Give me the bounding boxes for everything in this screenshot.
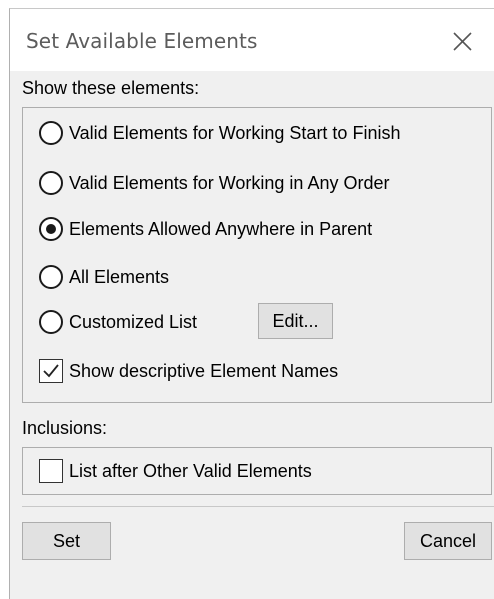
radio-valid-any-order[interactable]: Valid Elements for Working in Any Order	[39, 169, 389, 197]
inclusions-label: Inclusions:	[22, 418, 108, 438]
checkbox-label: Show descriptive Element Names	[69, 360, 339, 381]
cancel-button[interactable]: Cancel	[404, 522, 492, 560]
close-icon	[453, 32, 472, 51]
radio-customized-list[interactable]: Customized List	[39, 308, 197, 336]
set-button[interactable]: Set	[22, 522, 111, 560]
edit-button[interactable]: Edit...	[258, 303, 333, 339]
radio-label: Valid Elements for Working Start to Fini…	[69, 122, 401, 143]
radio-label: All Elements	[69, 266, 170, 287]
checkbox-checked-icon	[39, 359, 63, 383]
checkbox-list-after-other-valid[interactable]: List after Other Valid Elements	[39, 457, 312, 485]
radio-button-icon	[39, 121, 63, 145]
radio-all-elements[interactable]: All Elements	[39, 263, 169, 291]
radio-button-icon	[39, 171, 63, 195]
show-elements-label: Show these elements:	[22, 78, 200, 98]
radio-allowed-anywhere-in-parent[interactable]: Elements Allowed Anywhere in Parent	[39, 215, 372, 243]
checkbox-label: List after Other Valid Elements	[69, 460, 312, 481]
radio-label: Customized List	[69, 311, 198, 332]
radio-valid-start-to-finish[interactable]: Valid Elements for Working Start to Fini…	[39, 119, 400, 147]
footer-separator	[22, 506, 494, 507]
checkbox-descriptive-element-names[interactable]: Show descriptive Element Names	[39, 357, 338, 385]
radio-button-icon	[39, 265, 63, 289]
radio-label: Valid Elements for Working in Any Order	[69, 172, 390, 193]
title-bar: Set Available Elements	[10, 9, 494, 71]
radio-label: Elements Allowed Anywhere in Parent	[69, 218, 373, 239]
set-available-elements-dialog: Set Available Elements Show these elemen…	[9, 8, 494, 599]
close-button[interactable]	[442, 23, 482, 59]
dialog-title: Set Available Elements	[26, 29, 258, 53]
radio-button-selected-icon	[39, 217, 63, 241]
checkbox-unchecked-icon	[39, 459, 63, 483]
radio-button-icon	[39, 310, 63, 334]
